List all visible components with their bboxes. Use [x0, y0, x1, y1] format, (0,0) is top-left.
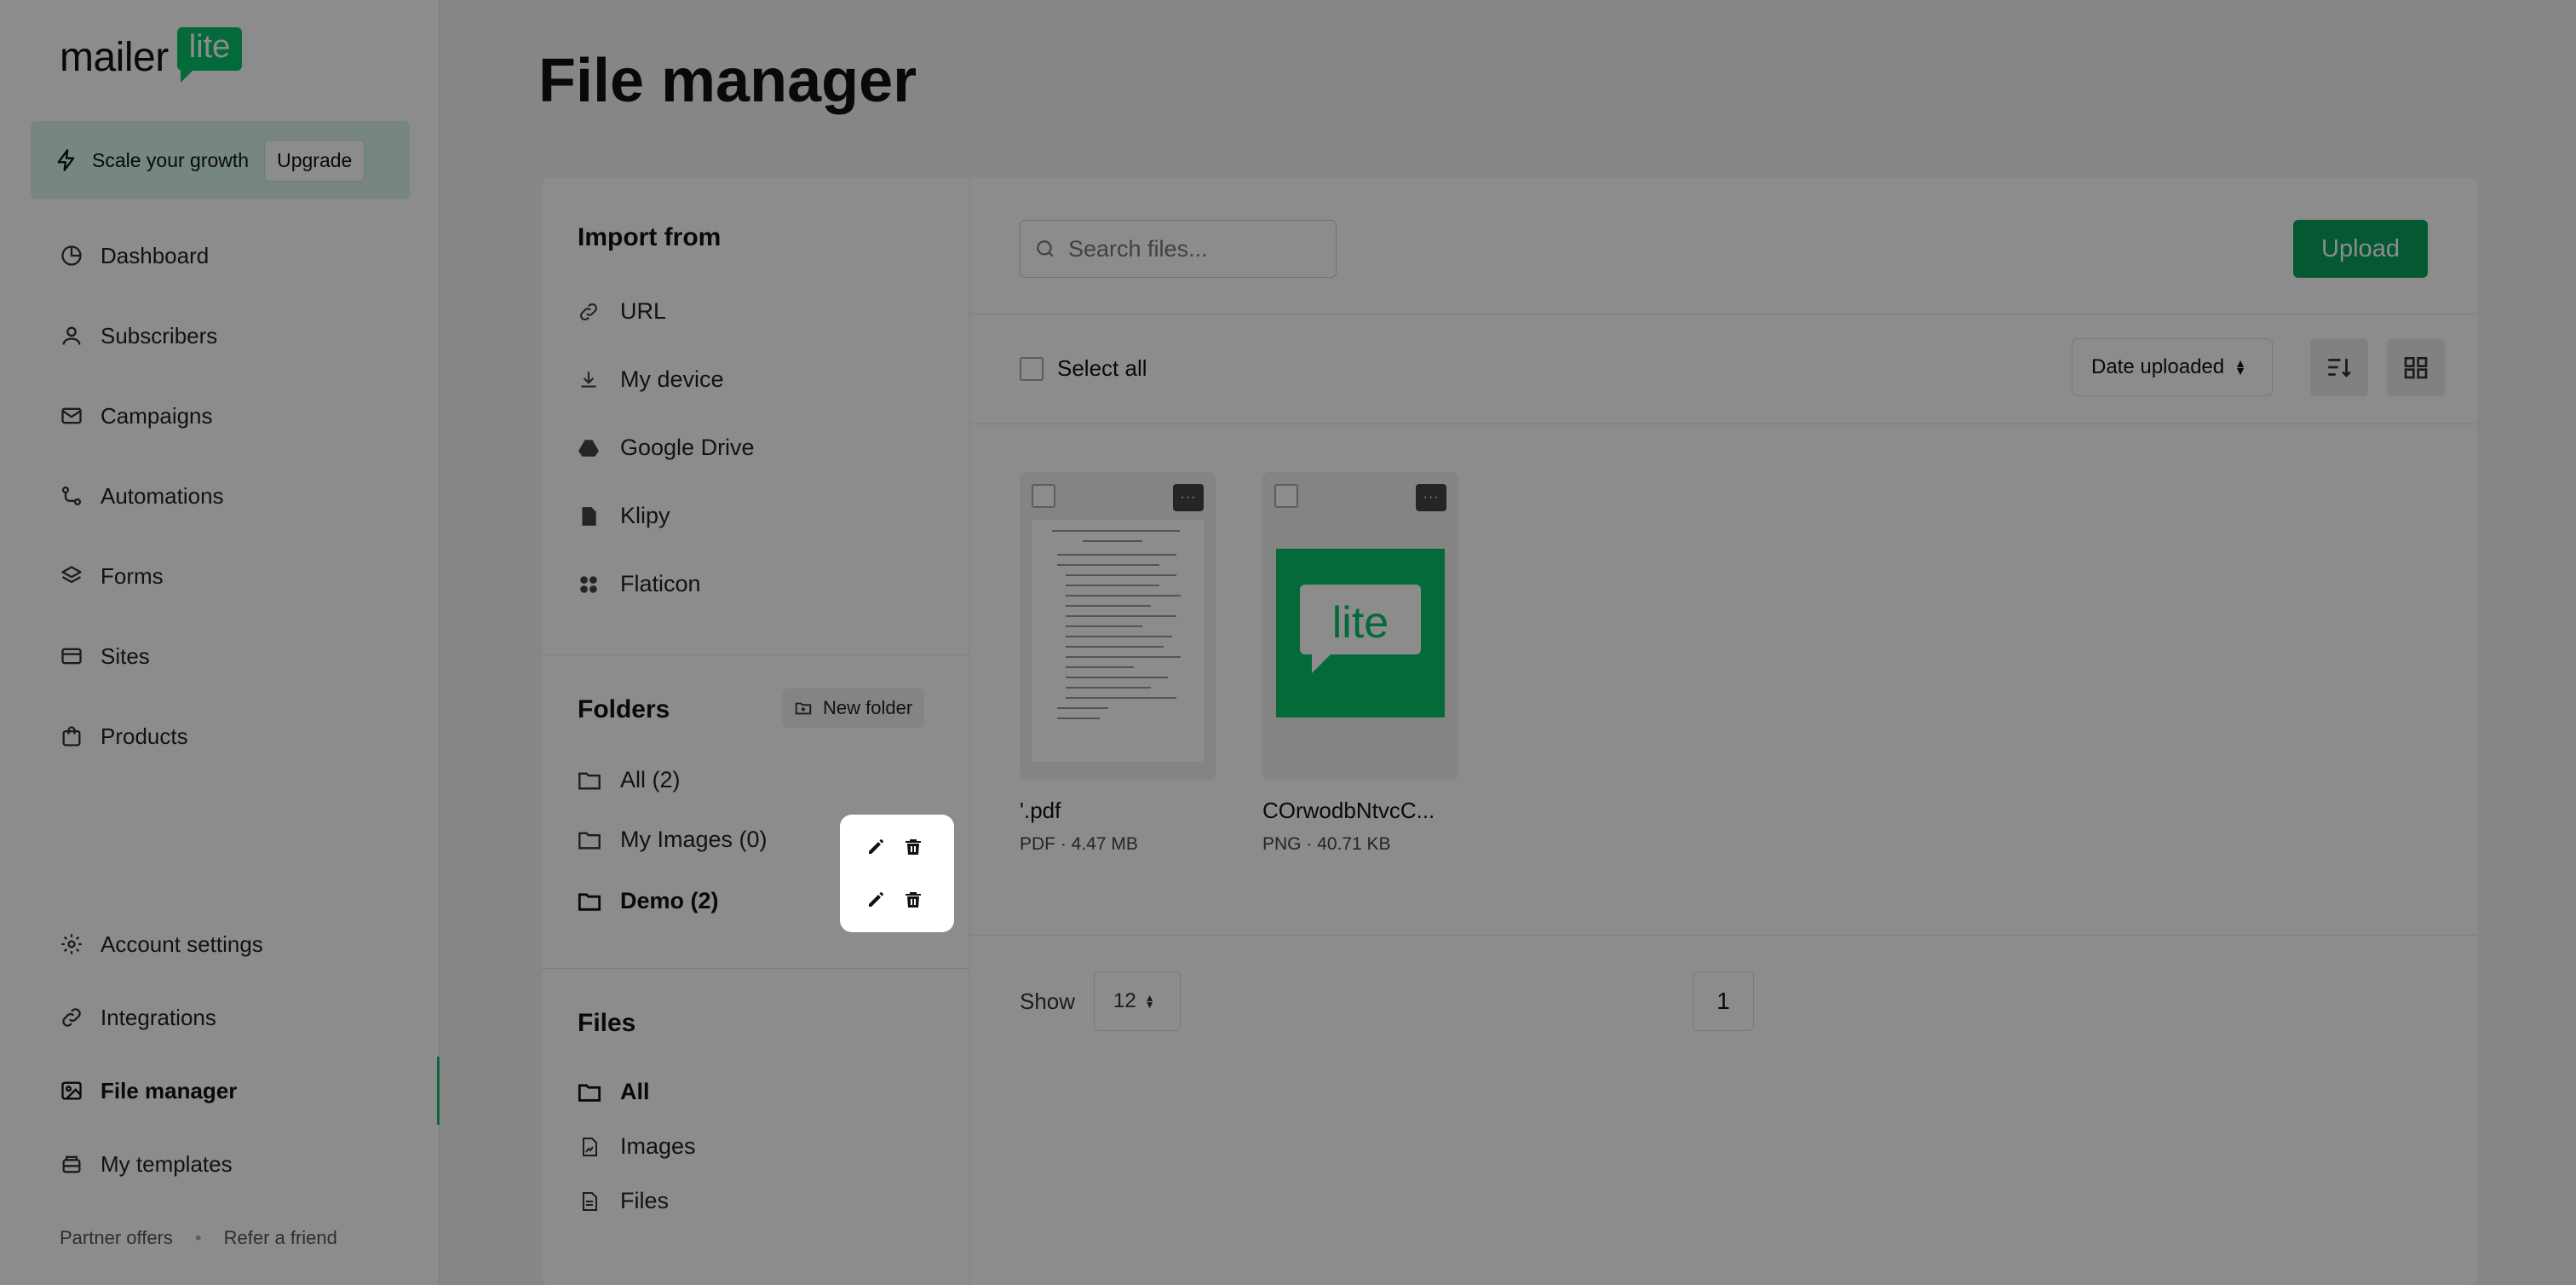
pencil-icon[interactable] — [865, 890, 886, 910]
folder-actions-popover — [840, 815, 954, 932]
dim-overlay[interactable] — [0, 0, 2576, 1285]
app-root: mailer lite Scale your growth Upgrade Da… — [0, 0, 2576, 1285]
trash-icon[interactable] — [903, 837, 923, 857]
pencil-icon[interactable] — [865, 837, 886, 857]
trash-icon[interactable] — [903, 890, 923, 910]
